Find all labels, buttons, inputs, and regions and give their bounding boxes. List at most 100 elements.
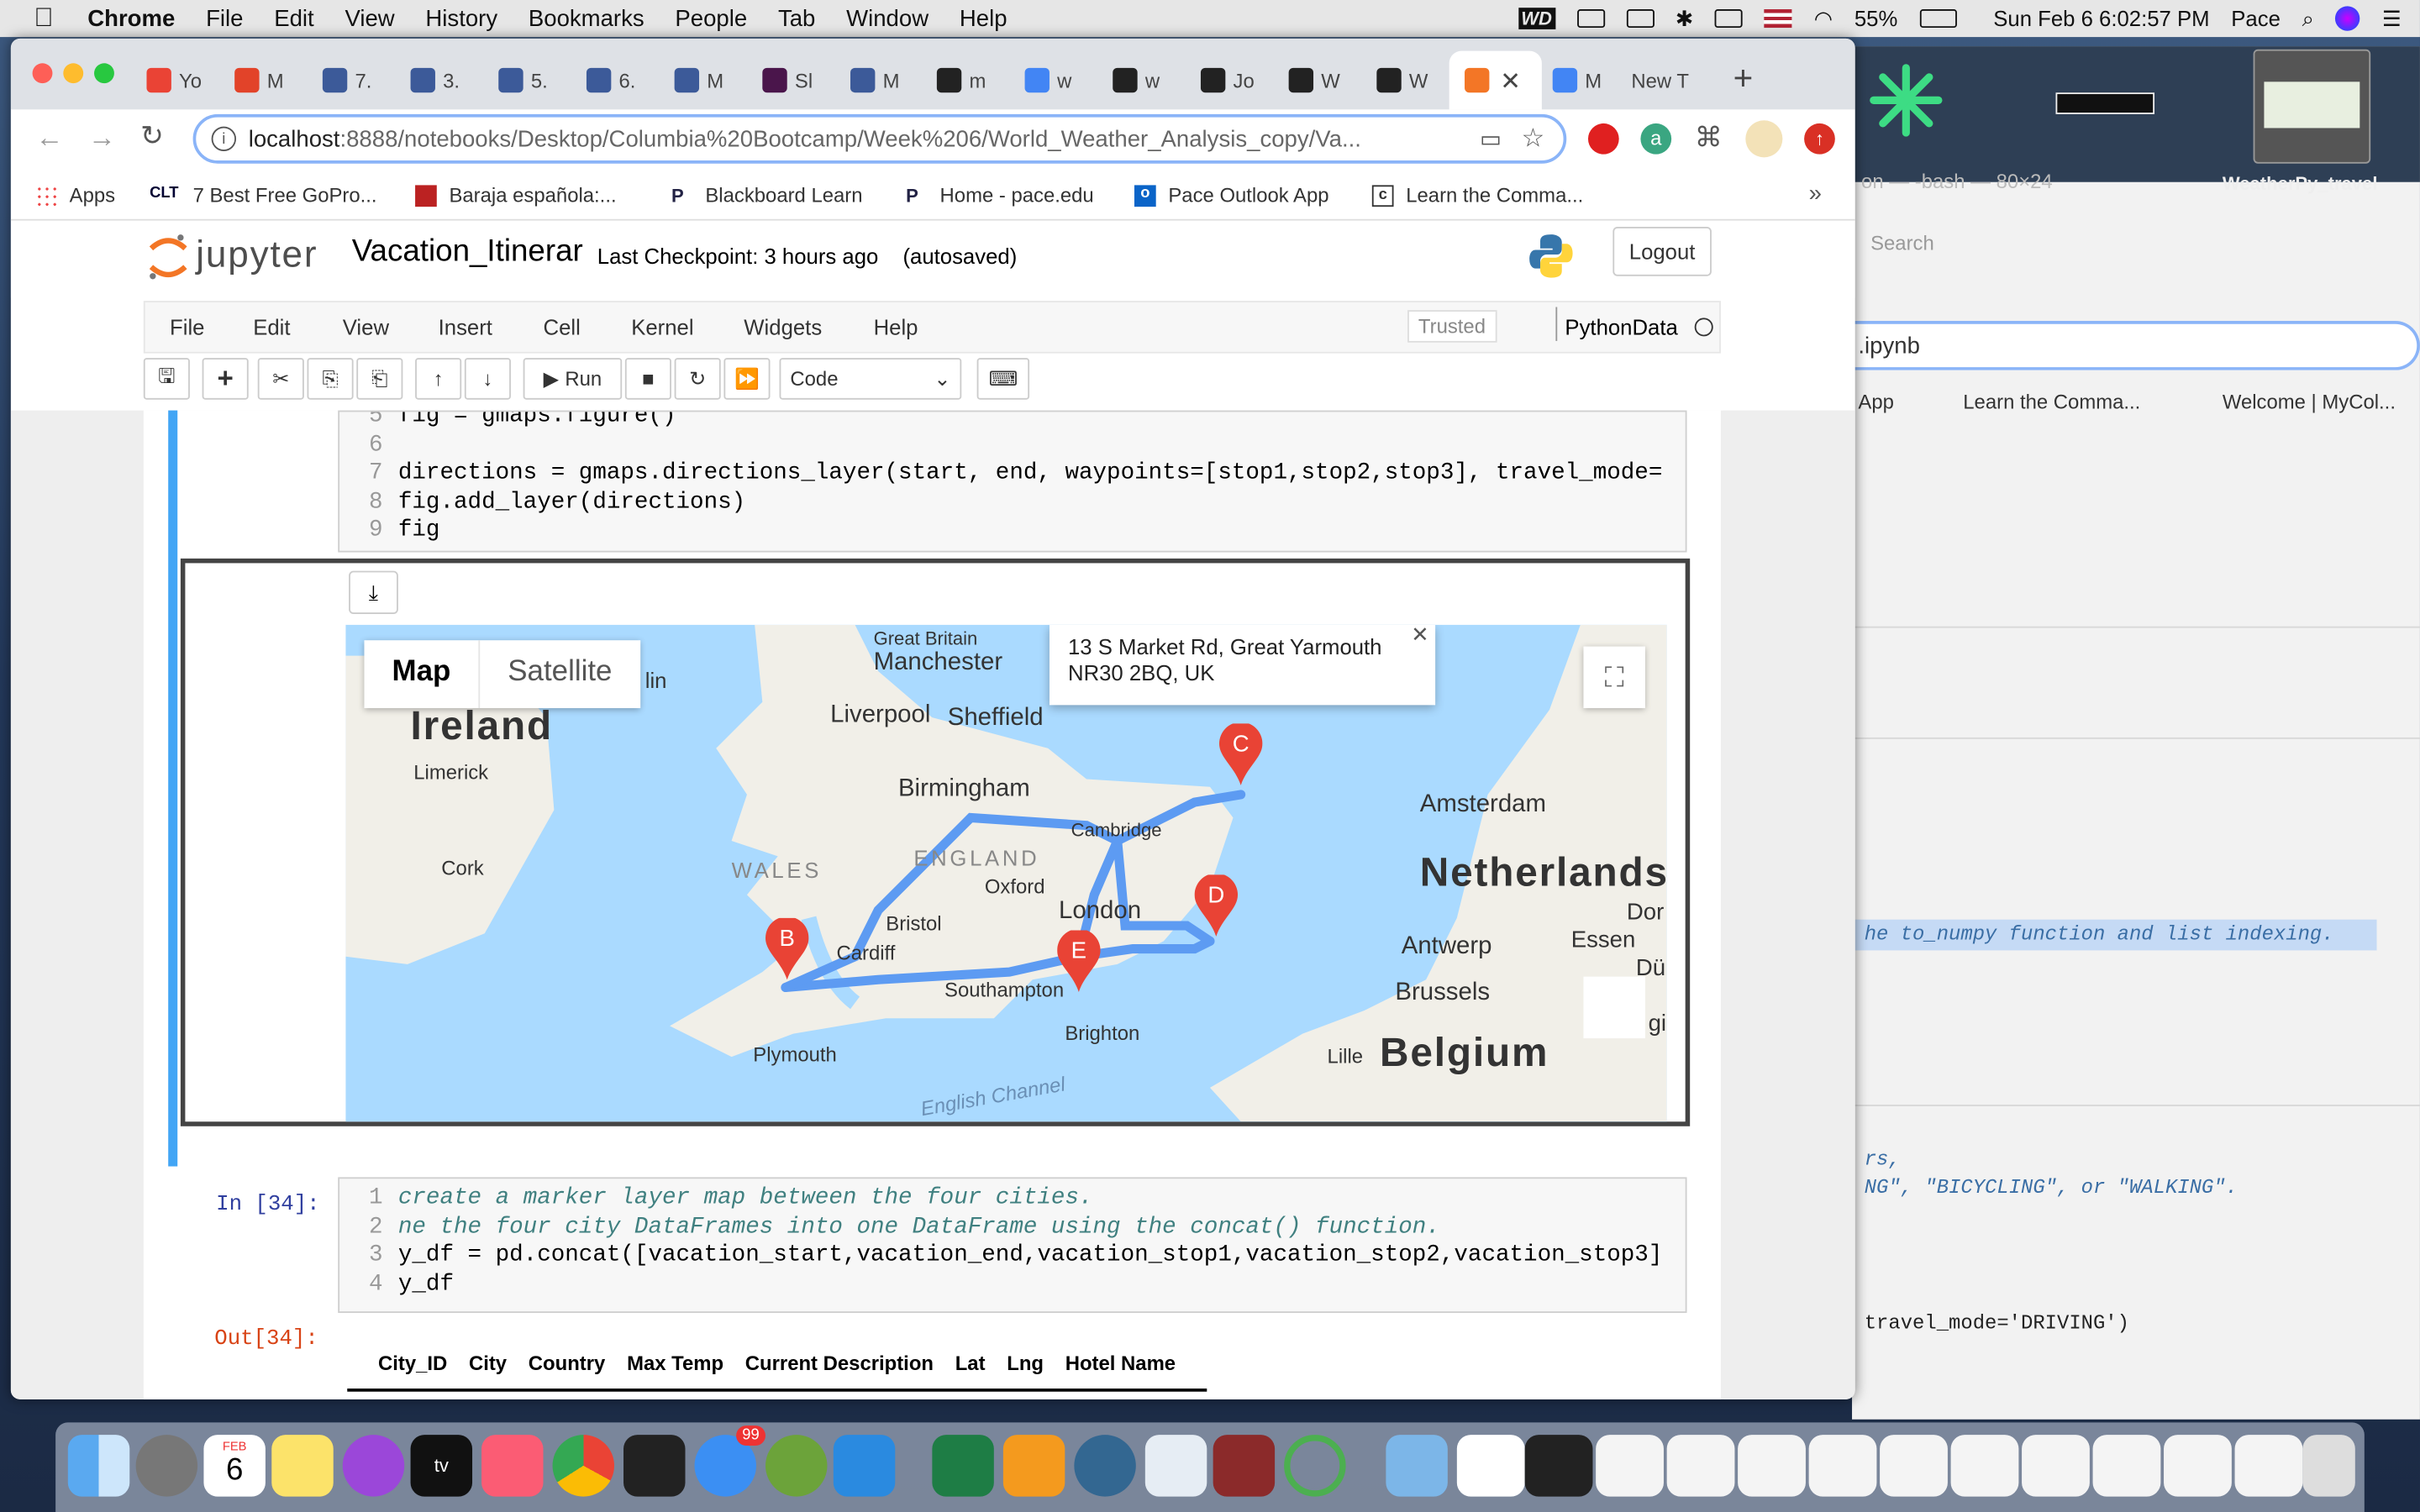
bookmark-star-icon[interactable]: ☆ xyxy=(1522,123,1545,155)
trusted-indicator[interactable]: Trusted xyxy=(1407,310,1497,343)
info-close-icon[interactable]: ✕ xyxy=(1411,625,1429,648)
thumb-window-4[interactable] xyxy=(1666,1435,1735,1497)
browser-tab[interactable]: 6. xyxy=(586,60,635,101)
browser-tab[interactable]: M xyxy=(850,60,900,101)
excel-icon[interactable] xyxy=(932,1435,994,1497)
browser-tab[interactable]: New T xyxy=(1631,60,1689,101)
browser-tab[interactable]: W xyxy=(1376,60,1428,101)
satellite-tab[interactable]: Satellite xyxy=(478,640,639,709)
nb-menu-help[interactable]: Help xyxy=(874,315,918,339)
loading-app-icon[interactable] xyxy=(1284,1435,1346,1497)
minimize-window-button[interactable] xyxy=(63,63,84,84)
thumb-window-1[interactable] xyxy=(1456,1435,1525,1497)
fullscreen-icon[interactable]: ⛶ xyxy=(1583,646,1645,709)
back-url[interactable]: .ipynb xyxy=(1858,333,1920,360)
downloads-folder-icon[interactable] xyxy=(1386,1435,1448,1497)
keyboard-icon[interactable] xyxy=(1715,9,1744,29)
extension-a-icon[interactable]: a xyxy=(1640,123,1672,155)
interrupt-icon[interactable]: ■ xyxy=(624,358,671,400)
terminal-icon[interactable] xyxy=(623,1435,686,1497)
postgres-icon[interactable] xyxy=(1074,1435,1136,1497)
thumbnail-map[interactable] xyxy=(2253,49,2371,164)
logout-button[interactable]: Logout xyxy=(1612,226,1712,276)
code-cell-2[interactable]: 1 create a marker layer map between the f… xyxy=(338,1177,1687,1314)
command-palette-icon[interactable]: ⌨ xyxy=(976,358,1030,400)
bookmark-baraja[interactable]: Baraja española:... xyxy=(415,184,617,207)
bookmark-blackboard[interactable]: P Blackboard Learn xyxy=(671,184,863,207)
menu-app[interactable]: Chrome xyxy=(87,5,175,31)
menu-edit[interactable]: Edit xyxy=(274,5,313,31)
paste-icon[interactable]: ⎗ xyxy=(356,358,403,400)
menu-file[interactable]: File xyxy=(206,5,243,31)
run-button[interactable]: ▶ Run xyxy=(523,358,623,400)
bookmark-gopro[interactable]: CLT 7 Best Free GoPro... xyxy=(150,184,376,207)
cell-type-select[interactable]: Code ⌄ xyxy=(779,358,962,400)
nb-menu-insert[interactable]: Insert xyxy=(439,315,492,339)
anaconda-icon[interactable] xyxy=(765,1435,828,1497)
bluetooth-icon[interactable]: ✱ xyxy=(1676,5,1694,31)
menu-history[interactable]: History xyxy=(425,5,497,31)
bookmark-commandline[interactable]: c Learn the Comma... xyxy=(1371,184,1583,207)
browser-tab[interactable]: M xyxy=(674,60,723,101)
cut-icon[interactable]: ✂ xyxy=(257,358,304,400)
back-button[interactable]: ← xyxy=(35,122,63,155)
google-map[interactable]: Map Satellite 13 S Market Rd, Great Yarm… xyxy=(345,624,1667,1122)
thumb-window-5[interactable] xyxy=(1738,1435,1806,1497)
nb-menu-edit[interactable]: Edit xyxy=(253,315,290,339)
thumb-window-2[interactable] xyxy=(1524,1435,1593,1497)
close-window-button[interactable] xyxy=(32,63,53,84)
browser-tab[interactable]: M xyxy=(234,60,284,101)
move-up-icon[interactable]: ↑ xyxy=(415,358,462,400)
insert-cell-icon[interactable]: + xyxy=(202,358,249,400)
marker-c[interactable]: C xyxy=(1218,722,1263,785)
nb-menu-file[interactable]: File xyxy=(170,315,204,339)
marker-d[interactable]: D xyxy=(1194,873,1239,937)
menu-window[interactable]: Window xyxy=(846,5,929,31)
spotlight-icon[interactable]: ⌕ xyxy=(2302,5,2314,31)
vscode-icon[interactable] xyxy=(833,1435,896,1497)
thumb-window-3[interactable] xyxy=(1596,1435,1664,1497)
reload-button[interactable]: ↻ xyxy=(140,120,164,153)
podcasts-icon[interactable] xyxy=(342,1435,405,1497)
flag-icon[interactable] xyxy=(1764,9,1793,29)
trash-icon[interactable] xyxy=(2302,1435,2355,1497)
calendar-icon[interactable]: FEB 6 xyxy=(203,1435,266,1497)
update-icon[interactable]: ↑ xyxy=(1804,123,1835,155)
nb-menu-view[interactable]: View xyxy=(343,315,389,339)
battery-percent[interactable]: 55% xyxy=(1854,6,1897,30)
browser-tab[interactable]: 5. xyxy=(498,60,548,101)
music-icon[interactable] xyxy=(481,1435,544,1497)
clock[interactable]: Sun Feb 6 6:02:57 PM xyxy=(1993,6,2209,30)
profile-avatar[interactable] xyxy=(1745,120,1783,158)
extensions-puzzle-icon[interactable]: ⌘ xyxy=(1695,122,1723,155)
download-icon[interactable]: ⤓ xyxy=(349,570,398,615)
browser-tab[interactable]: m xyxy=(936,60,986,101)
jupyter-wordmark[interactable]: jupyter xyxy=(196,234,318,277)
browser-tab[interactable]: 3. xyxy=(410,60,460,101)
browser-tab[interactable]: 7. xyxy=(322,60,371,101)
apple-tv-icon[interactable]: tv xyxy=(410,1435,473,1497)
nb-menu-cell[interactable]: Cell xyxy=(544,315,581,339)
thumbnail-terminal[interactable] xyxy=(2055,92,2155,114)
thumb-window-7[interactable] xyxy=(1880,1435,1948,1497)
sublime-icon[interactable] xyxy=(1002,1435,1065,1497)
nb-menu-kernel[interactable]: Kernel xyxy=(631,315,693,339)
charts-icon[interactable] xyxy=(1144,1435,1207,1497)
menu-tab[interactable]: Tab xyxy=(778,5,815,31)
browser-tab[interactable] xyxy=(1465,60,1497,101)
thumb-window-12[interactable] xyxy=(2234,1435,2303,1497)
chrome-dock-icon[interactable] xyxy=(552,1435,615,1497)
map-tab[interactable]: Map xyxy=(364,640,478,708)
save-icon[interactable]: 🖫 xyxy=(143,358,190,400)
zoom-window-button[interactable] xyxy=(94,63,114,84)
dictionary-icon[interactable] xyxy=(1213,1435,1276,1497)
notebook-title[interactable]: Vacation_Itinerar xyxy=(352,234,583,270)
browser-tab[interactable]: Jo xyxy=(1200,60,1255,101)
battery-icon[interactable] xyxy=(1919,9,1957,29)
new-tab-button[interactable]: + xyxy=(1733,59,1754,99)
move-down-icon[interactable]: ↓ xyxy=(464,358,511,400)
browser-tab[interactable]: Yo xyxy=(146,60,202,101)
apple-icon[interactable]:  xyxy=(34,3,53,34)
siri-icon[interactable] xyxy=(2335,6,2361,31)
browser-tab[interactable]: Sl xyxy=(762,60,813,101)
